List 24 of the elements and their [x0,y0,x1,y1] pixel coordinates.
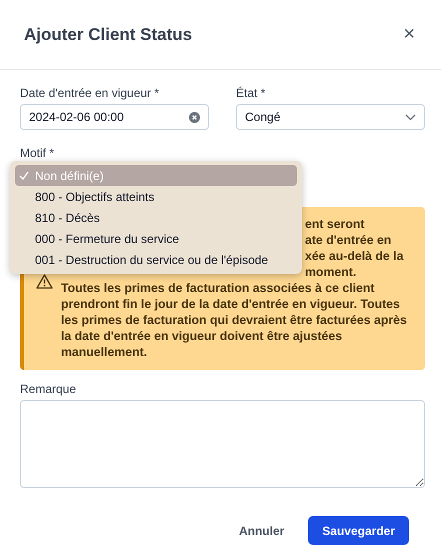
check-icon [19,171,29,180]
close-button[interactable]: × [399,23,419,46]
field-label: Date d'entrée en vigueur * [20,86,160,100]
warning-icon [36,274,53,289]
field-label: État * [236,86,266,100]
state-select[interactable]: Congé [236,104,425,130]
warning-text: Toutes les primes de facturation associées à ce client prendront fin le jour de la date d'entrée en vigueur. Toutes les primes de facturation qui devraient être facturées après la date d'entrée en vigueur doivent être ajustées manuellement. [61,280,408,360]
warning-text: ate d'entrée en [305,232,392,248]
clear-icon[interactable] [189,112,200,122]
cancel-button[interactable]: Annuler [232,522,290,538]
remark-field[interactable] [20,400,425,488]
dropdown-option[interactable]: 001 - Destruction du service ou de l'épisode [15,249,297,270]
warning-text: ent seront [305,216,366,232]
dialog-title: Ajouter Client Status [24,24,192,44]
warning-text: moment. [305,264,358,280]
dropdown-option[interactable]: 810 - Décès [15,207,297,228]
date-field[interactable]: 2024-02-06 00:00 [20,104,209,130]
chevron-down-icon [405,114,416,120]
field-label: Remarque [20,382,78,396]
save-button[interactable]: Sauvegarder [308,516,409,545]
dropdown-option[interactable]: 800 - Objectifs atteints [15,186,297,207]
warning-text: xée au-delà de la [305,248,404,264]
field-label: Motif * [20,146,56,160]
dropdown-option[interactable]: 000 - Fermeture du service [15,228,297,249]
